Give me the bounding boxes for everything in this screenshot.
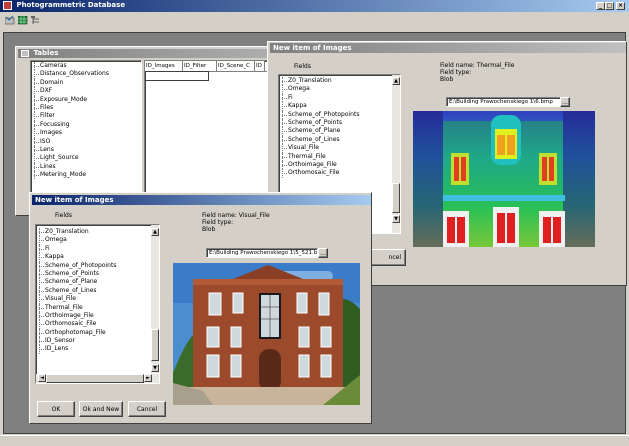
app-titlebar: Photogrammetric Database — [0, 0, 629, 12]
hscroll-thumb[interactable] — [46, 374, 144, 383]
table-list-item[interactable]: Lines — [31, 162, 141, 172]
table-list-item[interactable]: Exposure_Mode — [31, 95, 141, 105]
visual-field-type-value: Blob — [202, 226, 216, 233]
field-list-item[interactable]: Scheme_of_Points — [36, 269, 159, 279]
thermal-browse-button[interactable]: ... — [560, 97, 570, 107]
cancel-button[interactable]: Cancel — [128, 401, 166, 417]
scroll-down-icon[interactable]: ▼ — [392, 215, 400, 223]
thermal-cancel-button[interactable]: ncel — [368, 249, 406, 266]
toolbar — [0, 12, 629, 30]
field-list-item[interactable]: Scheme_of_Photopoints — [279, 110, 400, 120]
scroll-right-icon[interactable]: ► — [144, 374, 152, 382]
field-list-item[interactable]: Orthophotomap_File — [36, 328, 159, 338]
column-header[interactable]: ID_Scene_C — [217, 61, 255, 71]
table-list-item[interactable]: Metering_Mode — [31, 171, 141, 180]
status-bar — [0, 435, 629, 446]
field-list-item[interactable]: Thermal_File — [36, 303, 159, 313]
tables-icon[interactable] — [4, 15, 15, 25]
scroll-up-icon[interactable]: ▲ — [392, 77, 400, 85]
grid-icon[interactable] — [17, 15, 28, 25]
field-list-item[interactable]: Thermal_File — [279, 152, 400, 162]
scroll-up-icon[interactable]: ▲ — [151, 228, 159, 236]
minimize-button[interactable]: _ — [596, 2, 605, 10]
field-list-item[interactable]: Omega — [279, 85, 400, 95]
table-list-item[interactable]: Images — [31, 129, 141, 138]
field-list-item[interactable]: ID_Lens — [36, 345, 159, 355]
visual-dialog-titlebar: New item of Images — [32, 195, 371, 205]
field-list-item[interactable]: Fi — [279, 93, 400, 103]
field-list-item[interactable]: Kappa — [279, 102, 400, 111]
table-list-item[interactable]: Focussing — [31, 120, 141, 130]
visual-fields-hscrollbar[interactable]: ◄ ► — [36, 374, 159, 383]
table-list-item[interactable]: DXF — [31, 87, 141, 96]
column-header[interactable]: ID_Filter — [183, 61, 217, 71]
field-list-item[interactable]: Scheme_of_Lines — [279, 135, 400, 145]
column-header[interactable]: ID_Images — [145, 61, 183, 71]
tables-icon — [21, 49, 29, 57]
close-button[interactable]: × — [616, 2, 625, 10]
table-list-item[interactable]: Cameras — [31, 62, 141, 71]
table-list-item[interactable]: ISO — [31, 137, 141, 147]
field-list-item[interactable]: ID_Sensor — [36, 337, 159, 346]
table-list-item[interactable]: Distance_Observations — [31, 70, 141, 80]
visual-field-name: Field name: Visual_File — [202, 212, 270, 219]
thermal-field-name: Field name: Thermal_File — [440, 62, 515, 69]
scroll-down-icon[interactable]: ▼ — [151, 364, 159, 372]
field-list-item[interactable]: Z0_Translation — [36, 228, 159, 237]
thermal-field-type: Field type: — [440, 69, 472, 76]
field-list-item[interactable]: Scheme_of_Points — [279, 118, 400, 128]
thermal-fields-scrollbar[interactable]: ▲ ▼ — [392, 75, 400, 233]
tree-icon[interactable] — [31, 16, 41, 25]
field-list-item[interactable]: Omega — [36, 236, 159, 246]
visual-image — [173, 263, 360, 405]
ok-button[interactable]: OK — [37, 401, 75, 417]
tables-title: Tables — [33, 49, 59, 57]
field-list-item[interactable]: Scheme_of_Plane — [36, 278, 159, 288]
thermal-fields-header: Fields — [294, 63, 311, 70]
visual-browse-button[interactable]: ... — [318, 248, 328, 258]
field-list-item[interactable]: Orthoimage_File — [279, 160, 400, 170]
visual-field-type: Field type: — [202, 219, 234, 226]
field-list-item[interactable]: Z0_Translation — [279, 77, 400, 86]
table-list-item[interactable]: Domain — [31, 78, 141, 88]
field-list-item[interactable]: Scheme_of_Photopoints — [36, 261, 159, 271]
field-list-item[interactable]: Orthoimage_File — [36, 311, 159, 321]
field-list-item[interactable]: Orthomosaic_File — [36, 320, 159, 330]
visual-path-input[interactable]: E:\Building Prawochenskiego 1\5_521.b — [206, 248, 318, 258]
visual-dialog-title: New item of Images — [35, 196, 114, 204]
visual-fields-list[interactable]: Z0_Translation Omega Fi Kappa Scheme_of_Phot… — [35, 224, 160, 384]
visual-fields-vscrollbar[interactable]: ▲ ▼ — [151, 225, 159, 373]
table-list-item[interactable]: Files — [31, 103, 141, 113]
thermal-dialog-titlebar: New item of Images — [270, 43, 626, 53]
thermal-path-input[interactable]: E:\Building Prawochenskiego 1\6.bmp — [446, 97, 561, 107]
table-list-item[interactable]: Light_Source — [31, 154, 141, 164]
thermal-dialog-title: New item of Images — [273, 44, 352, 52]
visual-fields-header: Fields — [55, 212, 72, 219]
field-list-item[interactable]: Scheme_of_Plane — [279, 127, 400, 137]
field-list-item[interactable]: Visual_File — [36, 295, 159, 304]
field-list-item[interactable]: Kappa — [36, 253, 159, 262]
thermal-field-type-value: Blob — [440, 76, 454, 83]
field-list-item[interactable]: Orthomosaic_File — [279, 169, 400, 179]
table-list-item[interactable]: Lens — [31, 145, 141, 155]
ok-and-new-button[interactable]: Ok and New — [79, 401, 123, 417]
tables-list[interactable]: Cameras Distance_Observations Domain DXF Exp… — [30, 60, 142, 212]
visual-dialog: New item of Images Fields Z0_Translation… — [29, 192, 372, 424]
app-icon — [3, 0, 12, 10]
app-title: Photogrammetric Database — [16, 1, 126, 9]
maximize-button[interactable]: □ — [605, 2, 614, 10]
table-list-item[interactable]: Filter — [31, 112, 141, 122]
scroll-thumb[interactable] — [392, 183, 400, 213]
scroll-left-icon[interactable]: ◄ — [38, 374, 46, 382]
field-list-item[interactable]: Visual_File — [279, 144, 400, 153]
thermal-image — [413, 111, 595, 247]
field-list-item[interactable]: Fi — [36, 244, 159, 254]
column-header[interactable]: ID — [255, 61, 265, 71]
scroll-thumb[interactable] — [151, 329, 159, 361]
field-list-item[interactable]: Scheme_of_Lines — [36, 286, 159, 296]
